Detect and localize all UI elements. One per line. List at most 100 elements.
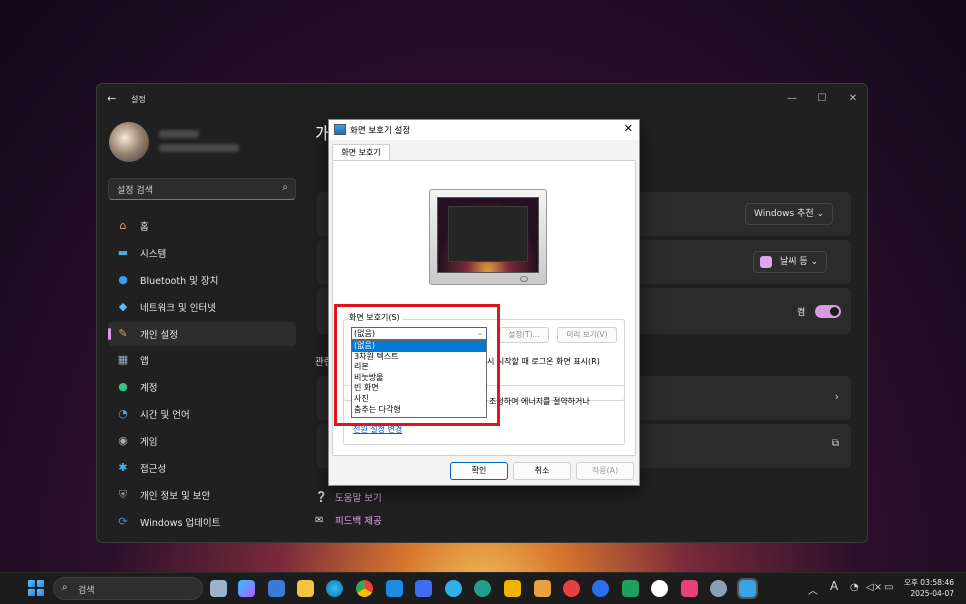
settings-gear-icon[interactable] (710, 580, 727, 597)
toggle-state-label: 켬 (797, 308, 806, 318)
chrome-icon[interactable] (356, 580, 373, 597)
update-icon: ⟳ (118, 514, 128, 528)
gamepad-icon: ◉ (118, 434, 128, 448)
monitor-icon: ▬ (117, 245, 129, 259)
windows-recommend-dropdown[interactable]: Windows 추천 ⌄ (745, 203, 834, 225)
sidebar-item-time-language[interactable]: ◔ 시간 및 언어 (108, 402, 296, 426)
sidebar-item-label: 시간 및 언어 (140, 410, 190, 422)
apps-icon: ▦ (117, 353, 129, 367)
feedback-link[interactable]: ✉ 피드백 제공 (315, 513, 382, 528)
bluetooth-icon: ● (118, 272, 128, 286)
settings-button[interactable]: 설정(T)... (499, 327, 549, 343)
screensaver-dialog: 화면 보호기 설정 ✕ 화면 보호기 설정(T)... 미리 보기(V) 시 시… (328, 119, 640, 486)
edge-icon[interactable] (326, 580, 343, 597)
chevron-up-icon[interactable]: ︿ (808, 582, 818, 597)
sidebar-item-label: Windows 업데이트 (140, 517, 221, 529)
dialog-close-icon[interactable]: ✕ (624, 122, 633, 135)
cancel-button[interactable]: 취소 (513, 462, 571, 480)
wifi-icon: ◆ (118, 299, 128, 313)
app-icon-7[interactable] (563, 580, 580, 597)
chatgpt-icon[interactable] (651, 580, 668, 597)
dropdown-label: 날씨 등 (780, 257, 808, 267)
globe-clock-icon: ◔ (118, 407, 128, 421)
sidebar-item-accounts[interactable]: ● 계정 (108, 375, 296, 399)
battery-icon[interactable]: ▭ (884, 582, 893, 593)
start-button[interactable] (28, 580, 44, 596)
highlight-annotation-box (334, 304, 500, 426)
resume-logon-text: 시 시작할 때 로그온 화면 표시(R) (487, 357, 600, 366)
feedback-link-label: 피드백 제공 (335, 516, 382, 527)
brush-icon: ✎ (118, 326, 128, 340)
sidebar-item-system[interactable]: ▬ 시스템 (108, 241, 296, 265)
app-icon-6[interactable] (534, 580, 551, 597)
weather-icon (760, 256, 772, 268)
taskbar-search-label: 검색 (78, 586, 95, 596)
setting-toggle[interactable] (815, 305, 841, 318)
copilot-icon[interactable] (238, 580, 255, 597)
taskbar-search[interactable]: ⌕ 검색 (53, 577, 203, 600)
titlebar: ← 설정 — ☐ ✕ (97, 84, 867, 114)
profile-name-blurred (159, 130, 199, 138)
dialog-titlebar: 화면 보호기 설정 ✕ (329, 120, 639, 140)
ime-indicator[interactable]: A (830, 579, 838, 593)
help-link-label: 도움말 보기 (335, 493, 382, 504)
sidebar-item-home[interactable]: ⌂ 홈 (108, 214, 296, 238)
help-icon: ❔ (315, 491, 328, 503)
sidebar-item-privacy[interactable]: ⛨ 개인 정보 및 보안 (108, 483, 296, 507)
sidebar-item-windows-update[interactable]: ⟳ Windows 업데이트 (108, 510, 296, 534)
shield-icon: ⛨ (118, 487, 128, 501)
sidebar-item-apps[interactable]: ▦ 앱 (108, 348, 296, 372)
preview-window-thumbnail (448, 206, 528, 262)
app-icon-1[interactable] (386, 580, 403, 597)
app-icon-4[interactable] (474, 580, 491, 597)
tab-screensaver[interactable]: 화면 보호기 (332, 144, 390, 161)
task-view-icon[interactable] (210, 580, 227, 597)
screensaver-app-icon (334, 124, 346, 135)
app-icon-8[interactable] (592, 580, 609, 597)
minimize-icon[interactable]: — (777, 89, 807, 109)
search-icon: ⌕ (62, 582, 68, 593)
power-text: 조정하여 에너지를 절약하거나 (489, 397, 590, 406)
app-icon-9[interactable] (622, 580, 639, 597)
maximize-icon[interactable]: ☐ (807, 89, 837, 109)
apply-button[interactable]: 적용(A) (576, 462, 634, 480)
app-icon-5[interactable] (504, 580, 521, 597)
file-explorer-icon[interactable] (297, 580, 314, 597)
external-link-icon: ⧉ (831, 438, 839, 449)
back-arrow-icon[interactable]: ← (107, 92, 116, 105)
sidebar-item-personalization[interactable]: ✎ 개인 설정 (108, 321, 296, 346)
app-icon-10[interactable] (681, 580, 698, 597)
sidebar-item-accessibility[interactable]: ✱ 접근성 (108, 456, 296, 480)
preview-button[interactable]: 미리 보기(V) (557, 327, 617, 343)
preview-screen (437, 197, 539, 273)
person-icon: ● (118, 380, 128, 394)
clock-time: 오후 03:58:46 (904, 578, 954, 587)
settings-search-input[interactable]: 설정 검색 ⌕ (108, 178, 296, 200)
sidebar-item-network[interactable]: ◆ 네트워크 및 인터넷 (108, 295, 296, 319)
sidebar-item-label: 홈 (140, 222, 149, 233)
app-icon-2[interactable] (415, 580, 432, 597)
avatar (109, 122, 149, 162)
store-icon[interactable] (268, 580, 285, 597)
sidebar-item-gaming[interactable]: ◉ 게임 (108, 429, 296, 453)
wifi-icon[interactable]: ◔ (850, 582, 859, 593)
volume-icon[interactable]: ◁× (866, 582, 882, 593)
help-link[interactable]: ❔ 도움말 보기 (315, 490, 382, 505)
sidebar-item-label: 시스템 (140, 248, 167, 260)
ok-button[interactable]: 확인 (450, 462, 508, 480)
accessibility-icon: ✱ (118, 461, 128, 475)
app-icon-3[interactable] (445, 580, 462, 597)
close-icon[interactable]: ✕ (838, 89, 868, 109)
home-icon: ⌂ (119, 219, 127, 232)
window-title: 설정 (131, 95, 146, 104)
screensaver-task-icon[interactable] (737, 578, 758, 599)
sidebar-item-bluetooth[interactable]: ● Bluetooth 및 장치 (108, 268, 296, 292)
sidebar-item-label: 개인 정보 및 보안 (140, 490, 211, 502)
search-placeholder: 설정 검색 (117, 186, 153, 196)
weather-dropdown[interactable]: 날씨 등 ⌄ (753, 251, 828, 273)
sidebar-item-label: 앱 (140, 356, 149, 368)
clock[interactable]: 오후 03:58:46 2025-04-07 (900, 577, 954, 599)
sidebar-item-label: 계정 (140, 383, 158, 395)
dropdown-label: Windows 추천 (754, 209, 814, 219)
chevron-right-icon: › (834, 390, 839, 403)
